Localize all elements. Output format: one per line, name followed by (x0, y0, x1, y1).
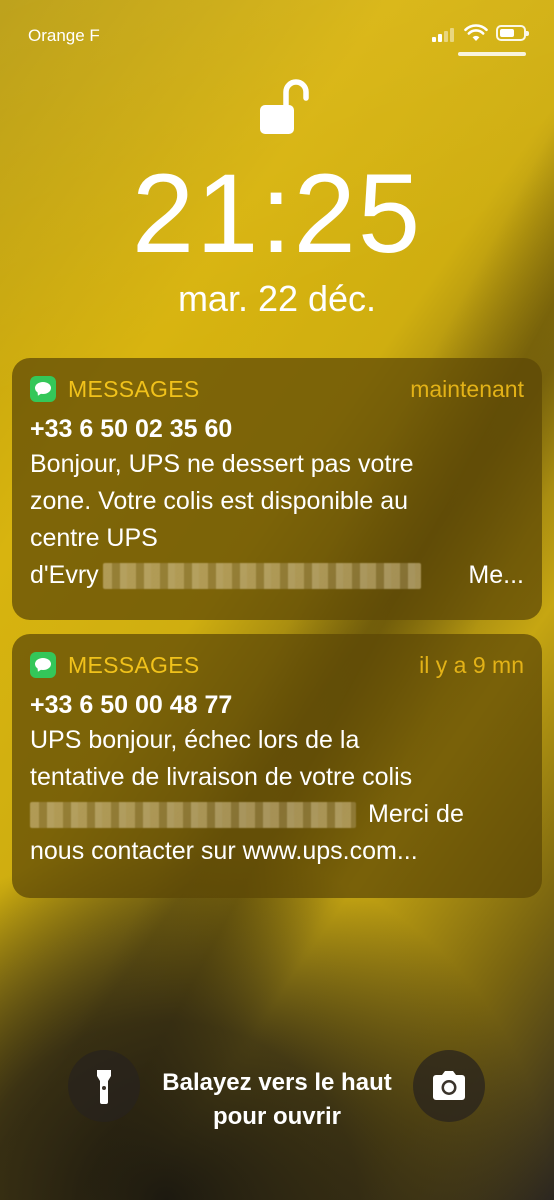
notification-time: il y a 9 mn (419, 651, 524, 678)
notification-body-line: tentative de livraison de votre colis (30, 763, 413, 791)
camera-button[interactable] (413, 1050, 485, 1122)
camera-icon (433, 1071, 465, 1100)
notification-body-line: Bonjour, UPS ne dessert pas votre (30, 450, 414, 478)
lock-screen-time: 21:25 (131, 151, 423, 276)
notification-body-line: UPS bonjour, échec lors de la (30, 726, 360, 754)
notification-card[interactable]: MESSAGES il y a 9 mn +33 6 50 00 48 77 U… (12, 634, 542, 898)
status-bar: Orange F (0, 0, 554, 60)
cellular-signal-icon (432, 28, 454, 42)
messages-app-icon (30, 376, 56, 402)
battery-icon (496, 25, 529, 41)
flashlight-icon (97, 1070, 111, 1104)
notification-header: MESSAGES il y a 9 mn (30, 648, 524, 682)
notification-body: UPS bonjour, échec lors de la tentative … (30, 722, 524, 870)
notification-body-line: nous contacter sur www.ups.com... (30, 837, 418, 865)
messages-app-icon (30, 652, 56, 678)
notification-body-line: d'Evry Me... (30, 557, 524, 594)
notification-body-line: Merci de (30, 796, 524, 833)
redacted-text (30, 801, 356, 828)
carrier-name: Orange F (28, 26, 100, 45)
notification-header: MESSAGES maintenant (30, 372, 524, 406)
notification-sender: +33 6 50 02 35 60 (30, 415, 233, 443)
swipe-up-hint: Balayez vers le haut pour ouvrir (162, 1069, 392, 1130)
notification-body-line: zone. Votre colis est disponible au (30, 487, 409, 515)
notification-app-name: MESSAGES (68, 375, 200, 402)
notification-body-text: d'Evry (30, 561, 99, 589)
wifi-icon (464, 24, 488, 41)
notification-time: maintenant (410, 375, 524, 402)
control-center-indicator[interactable] (458, 52, 526, 56)
notification-body-text: Me... (468, 561, 524, 589)
flashlight-button[interactable] (68, 1050, 140, 1122)
notification-body-line: centre UPS (30, 524, 158, 552)
notification-app-name: MESSAGES (68, 651, 200, 678)
notification-body: Bonjour, UPS ne dessert pas votre zone. … (30, 446, 524, 594)
notification-card[interactable]: MESSAGES maintenant +33 6 50 02 35 60 Bo… (12, 358, 542, 620)
unlocked-padlock-icon (260, 79, 309, 134)
lock-screen-date: mar. 22 déc. (177, 278, 377, 319)
redacted-text (102, 562, 421, 589)
notification-body-text: Merci de (368, 800, 464, 828)
notification-sender: +33 6 50 00 48 77 (30, 691, 233, 719)
